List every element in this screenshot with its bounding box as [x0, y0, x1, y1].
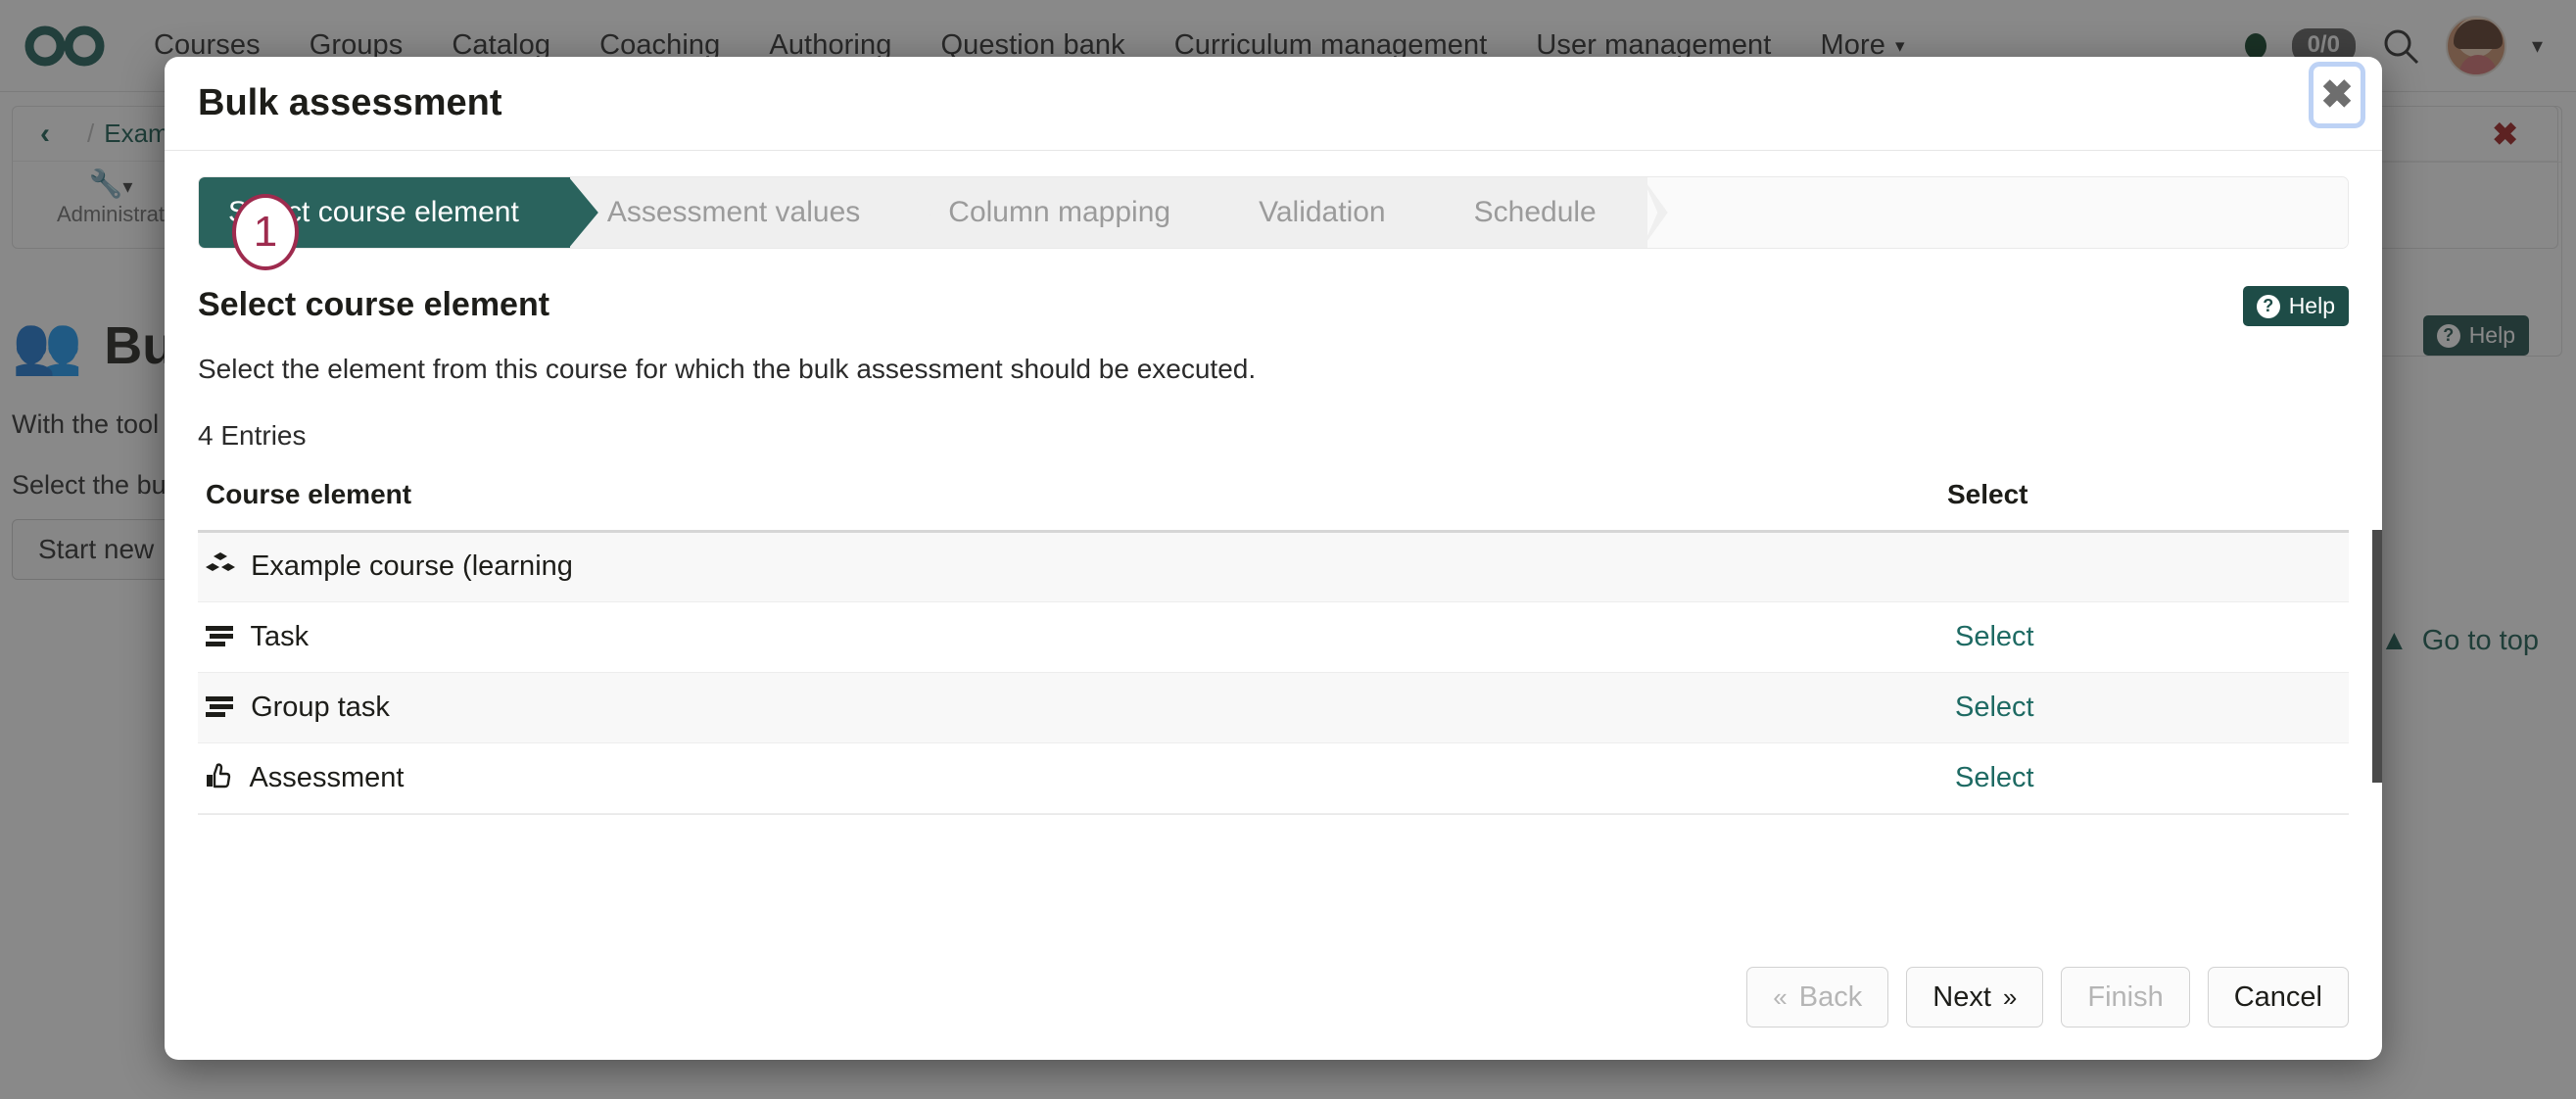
select-link[interactable]: [1945, 551, 1955, 583]
column-header-course-element[interactable]: Course element: [198, 479, 1937, 533]
wizard-step-validation[interactable]: Validation: [1221, 177, 1437, 248]
annotation-badge-1: 1: [232, 194, 299, 270]
back-button[interactable]: « Back: [1746, 967, 1889, 1027]
cell-course-element-label: Task: [250, 620, 310, 652]
modal-footer: « Back Next » Finish Cancel: [165, 934, 2382, 1060]
table-body: Example course (learning Task Select Gro…: [198, 531, 2349, 814]
cell-course-element-label: Assessment: [249, 761, 405, 793]
cell-select: Select: [1937, 672, 2349, 743]
bulk-assessment-modal: Bulk assessment ✖ 1 Select course elemen…: [165, 57, 2382, 1060]
wizard-step-validation-label: Validation: [1259, 196, 1386, 228]
chevron-right-icon: »: [2002, 981, 2018, 1012]
wizard-step-column-mapping-label: Column mapping: [948, 196, 1171, 228]
course-element-table-wrapper: Course element Select Example course (le…: [198, 479, 2382, 815]
cancel-button-label: Cancel: [2233, 980, 2322, 1013]
section-help-label: Help: [2288, 293, 2335, 318]
section-help-badge[interactable]: ? Help: [2242, 286, 2349, 326]
section-title: Select course element: [198, 286, 550, 323]
finish-button-label: Finish: [2087, 980, 2164, 1013]
table-row[interactable]: Group task Select: [198, 672, 2349, 743]
select-link[interactable]: Select: [1945, 692, 2034, 723]
wizard-step-assessment-values[interactable]: Assessment values: [569, 177, 912, 248]
task-list-icon: [206, 694, 243, 725]
cell-course-element-label: Example course (learning: [251, 550, 573, 582]
wizard-step-column-mapping[interactable]: Column mapping: [911, 177, 1222, 248]
cell-course-element: Assessment: [198, 742, 1937, 814]
task-list-icon: [206, 624, 243, 654]
table-row[interactable]: Assessment Select: [198, 742, 2349, 814]
table-header-row: Course element Select: [198, 479, 2349, 533]
section-description: Select the element from this course for …: [198, 354, 1257, 384]
back-button-label: Back: [1798, 980, 1863, 1013]
section-header-row: Select course element ? Help: [198, 286, 2349, 326]
thumbs-up-icon: [206, 762, 243, 795]
table-row[interactable]: Example course (learning: [198, 531, 2349, 602]
cubes-icon: [206, 551, 243, 584]
cell-course-element: Example course (learning: [198, 531, 1937, 602]
next-button-label: Next: [1932, 980, 1991, 1013]
cell-course-element-label: Group task: [251, 691, 390, 723]
cell-course-element: Group task: [198, 672, 1937, 743]
select-link[interactable]: Select: [1945, 762, 2034, 793]
wizard-step-schedule[interactable]: Schedule: [1436, 177, 1647, 248]
modal-body: 1 Select course element Assessment value…: [165, 151, 2382, 934]
modal-title: Bulk assessment: [198, 82, 502, 123]
table-row[interactable]: Task Select: [198, 601, 2349, 673]
chevron-left-icon: «: [1773, 981, 1788, 1012]
wizard-steps: Select course element Assessment values …: [198, 176, 2349, 249]
cell-select: Select: [1937, 601, 2349, 673]
table-head: Course element Select: [198, 479, 2349, 533]
modal-header: Bulk assessment ✖: [165, 57, 2382, 151]
next-button[interactable]: Next »: [1906, 967, 2044, 1027]
page-root: Courses Groups Catalog Coaching Authorin…: [0, 0, 2576, 1099]
question-circle-icon: ?: [2256, 294, 2280, 318]
course-element-table: Course element Select Example course (le…: [198, 479, 2349, 814]
close-icon[interactable]: ✖: [2309, 62, 2365, 128]
cell-course-element: Task: [198, 601, 1937, 673]
wizard-steps-filler: [1646, 177, 2348, 248]
cell-select: [1937, 531, 2349, 602]
wizard-step-assessment-values-label: Assessment values: [606, 196, 861, 228]
cancel-button[interactable]: Cancel: [2207, 967, 2349, 1027]
table-vertical-scrollbar[interactable]: [2372, 530, 2382, 783]
finish-button[interactable]: Finish: [2061, 967, 2190, 1027]
column-header-select[interactable]: Select: [1937, 479, 2349, 533]
entries-count: 4 Entries: [198, 420, 307, 451]
wizard-step-schedule-label: Schedule: [1473, 196, 1597, 228]
select-link[interactable]: Select: [1945, 621, 2034, 652]
cell-select: Select: [1937, 742, 2349, 814]
